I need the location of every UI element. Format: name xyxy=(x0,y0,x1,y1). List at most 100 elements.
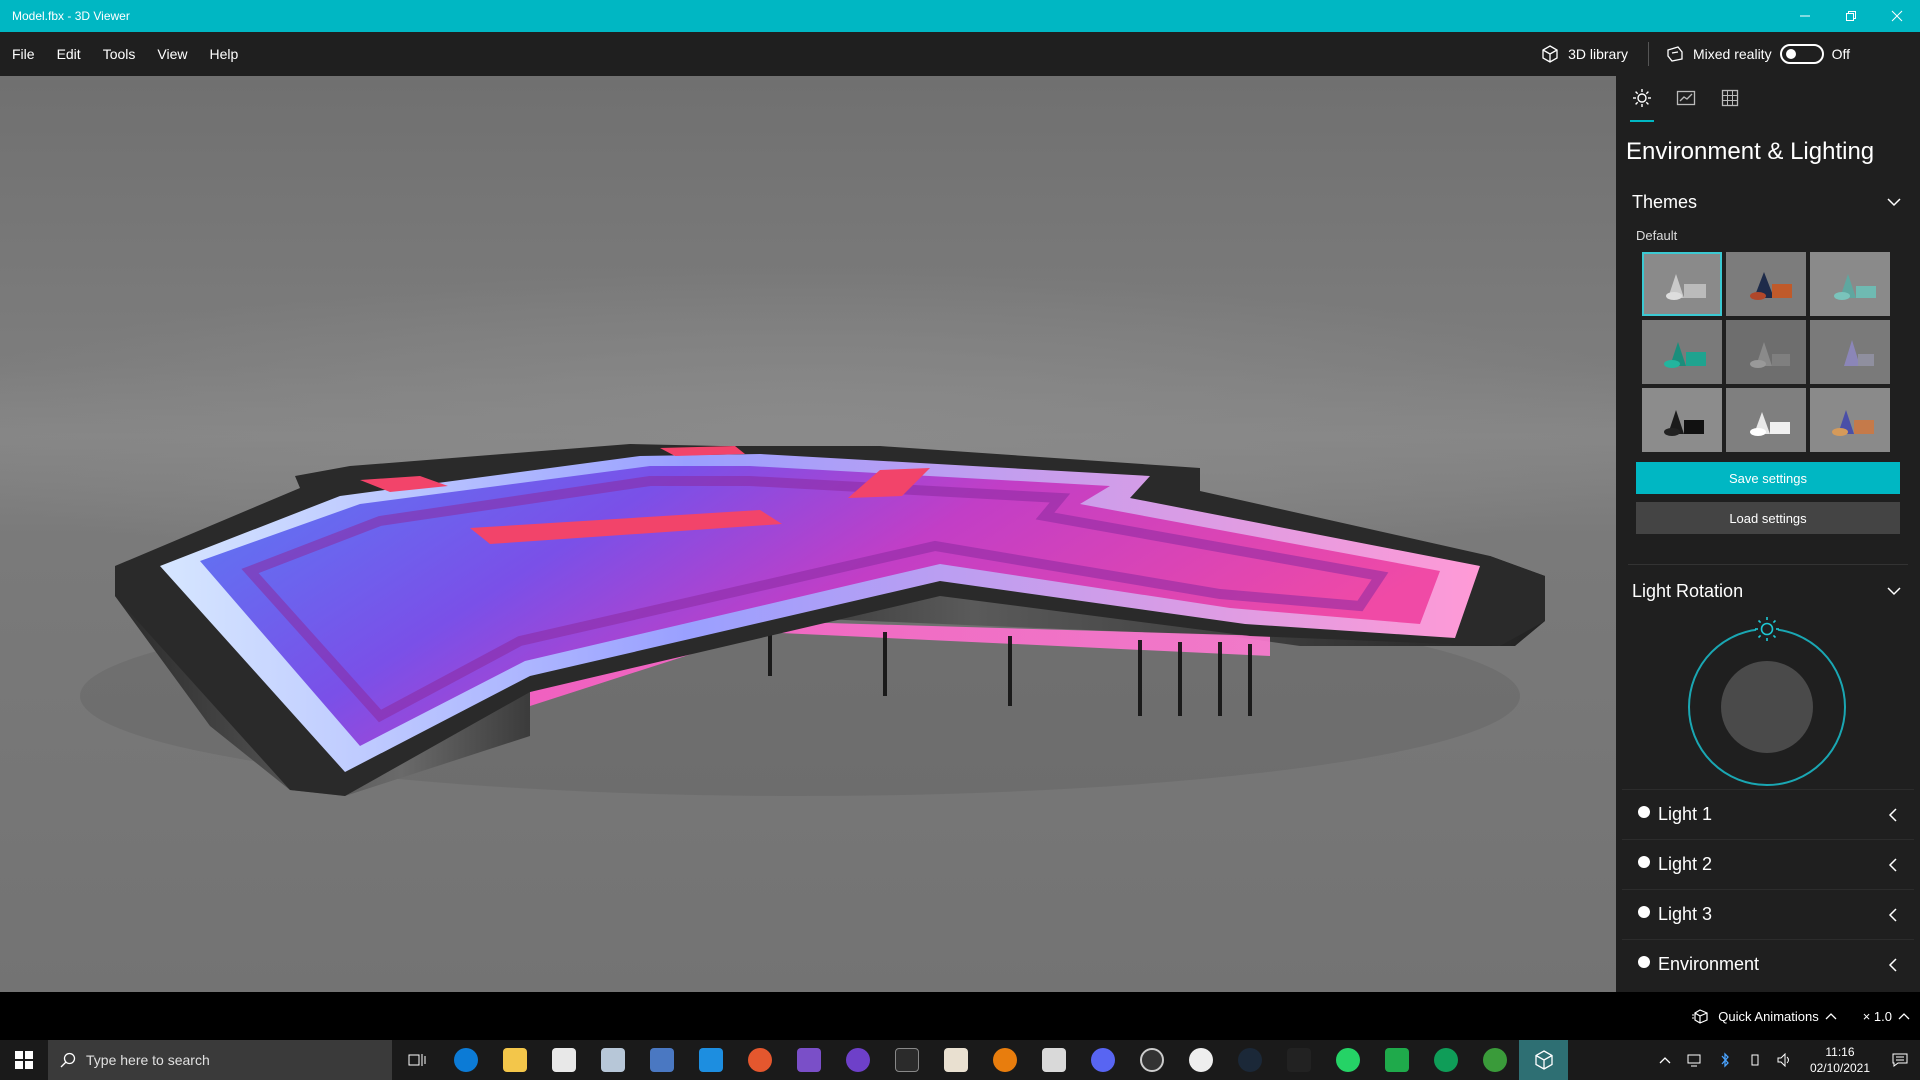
system-clock[interactable]: 11:16 02/10/2021 xyxy=(1800,1044,1880,1076)
quick-animations-button[interactable]: Quick Animations xyxy=(1692,1007,1837,1025)
taskbar-app-visual-studio[interactable] xyxy=(784,1040,833,1080)
mixed-reality-icon xyxy=(1667,46,1683,62)
store-icon xyxy=(551,1048,576,1072)
taskbar-app-whatsapp[interactable] xyxy=(1323,1040,1372,1080)
light-3-row[interactable]: Light 3 xyxy=(1622,889,1914,939)
environment-panel: Environment & Lighting Themes Default Sa… xyxy=(1616,76,1920,992)
mixed-reality-state: Off xyxy=(1831,46,1850,62)
search-placeholder: Type here to search xyxy=(86,1052,210,1068)
taskbar-app-blender[interactable] xyxy=(980,1040,1029,1080)
file-tool-icon xyxy=(1041,1048,1066,1072)
taskbar-app-hub[interactable] xyxy=(1176,1040,1225,1080)
steam-icon xyxy=(1237,1048,1262,1072)
taskbar-app-store[interactable] xyxy=(539,1040,588,1080)
taskbar-app-mail[interactable] xyxy=(588,1040,637,1080)
theme-thumbnail-1[interactable] xyxy=(1642,252,1722,316)
light-1-row[interactable]: Light 1 xyxy=(1622,789,1914,839)
taskbar-app-unity[interactable] xyxy=(1274,1040,1323,1080)
theme-thumbnail-5[interactable] xyxy=(1726,320,1806,384)
light-2-label: Light 2 xyxy=(1658,854,1713,874)
blender-icon xyxy=(992,1048,1017,1072)
show-hidden-icons-button[interactable] xyxy=(1650,1040,1680,1080)
tab-lighting[interactable] xyxy=(1630,88,1654,122)
taskbar-app-github[interactable] xyxy=(833,1040,882,1080)
light-rotation-dial[interactable] xyxy=(1616,609,1920,789)
obs-icon xyxy=(1139,1048,1164,1072)
mixed-reality-toggle[interactable] xyxy=(1779,44,1824,64)
theme-thumbnail-8[interactable] xyxy=(1726,388,1806,452)
restore-icon xyxy=(1846,11,1856,21)
taskbar-app-terminal[interactable] xyxy=(882,1040,931,1080)
chevron-up-icon xyxy=(1898,1013,1910,1020)
menu-file[interactable]: File xyxy=(0,46,46,62)
theme-thumbnail-3[interactable] xyxy=(1810,252,1890,316)
task-view-button[interactable] xyxy=(392,1040,441,1080)
github-icon xyxy=(845,1048,870,1072)
close-button[interactable] xyxy=(1874,0,1920,32)
theme-thumbnail-4[interactable] xyxy=(1642,320,1722,384)
usb-icon[interactable] xyxy=(1740,1040,1770,1080)
mail-icon xyxy=(600,1048,625,1072)
taskbar-app-discord[interactable] xyxy=(1078,1040,1127,1080)
animation-bar: Quick Animations × 1.0 xyxy=(0,992,1920,1040)
theme-thumbnail-7[interactable] xyxy=(1642,388,1722,452)
light-handle-sun-icon[interactable] xyxy=(1755,617,1779,641)
menu-help[interactable]: Help xyxy=(198,46,249,62)
taskbar-app-3d-viewer[interactable] xyxy=(1519,1040,1568,1080)
theme-thumbnail-2[interactable] xyxy=(1726,252,1806,316)
taskbar-search-box[interactable]: Type here to search xyxy=(48,1040,392,1080)
mixed-reality-label: Mixed reality xyxy=(1692,46,1772,62)
light-2-row[interactable]: Light 2 xyxy=(1622,839,1914,889)
taskbar-app-edge[interactable] xyxy=(441,1040,490,1080)
notification-center-button[interactable] xyxy=(1880,1040,1920,1080)
vscode-icon xyxy=(698,1048,723,1072)
restore-button[interactable] xyxy=(1828,0,1874,32)
xd-icon xyxy=(943,1048,968,1072)
3d-library-button[interactable]: 3D library xyxy=(1526,40,1642,68)
window-title: Model.fbx - 3D Viewer xyxy=(12,9,130,23)
menu-tools[interactable]: Tools xyxy=(92,46,147,62)
taskbar-app-file-tool[interactable] xyxy=(1029,1040,1078,1080)
themes-label: Themes xyxy=(1632,191,1698,212)
title-bar: Model.fbx - 3D Viewer xyxy=(0,0,1920,32)
hub-icon xyxy=(1188,1048,1213,1072)
taskbar-app-xd[interactable] xyxy=(931,1040,980,1080)
chevron-left-icon xyxy=(1888,957,1897,972)
environment-row[interactable]: Environment xyxy=(1622,939,1914,989)
minimize-button[interactable] xyxy=(1782,0,1828,32)
taskbar-app-xbox[interactable] xyxy=(1470,1040,1519,1080)
menu-edit[interactable]: Edit xyxy=(46,46,92,62)
taskbar-app-file-explorer[interactable] xyxy=(490,1040,539,1080)
chevron-down-icon xyxy=(1887,198,1901,207)
tab-stats[interactable] xyxy=(1674,88,1698,122)
tab-grid[interactable] xyxy=(1718,88,1742,122)
light-rotation-header[interactable]: Light Rotation xyxy=(1616,573,1920,609)
taskbar-app-git-tool[interactable] xyxy=(735,1040,784,1080)
terminal-icon xyxy=(894,1048,919,1072)
theme-thumbnail-6[interactable] xyxy=(1810,320,1890,384)
start-button[interactable] xyxy=(0,1040,48,1080)
taskbar-app-vscode[interactable] xyxy=(686,1040,735,1080)
theme-thumbnail-9[interactable] xyxy=(1810,388,1890,452)
themes-section-header[interactable]: Themes xyxy=(1616,184,1920,220)
taskbar-app-network-tool[interactable] xyxy=(637,1040,686,1080)
3d-library-label: 3D library xyxy=(1568,46,1628,62)
taskbar-app-messages[interactable] xyxy=(1372,1040,1421,1080)
playback-speed-button[interactable]: × 1.0 xyxy=(1863,1009,1910,1024)
network-tool-icon xyxy=(649,1048,674,1072)
volume-icon[interactable] xyxy=(1770,1040,1800,1080)
taskbar-app-obs[interactable] xyxy=(1127,1040,1176,1080)
bluetooth-icon[interactable] xyxy=(1710,1040,1740,1080)
light-3-color-dot xyxy=(1638,905,1650,918)
chevron-up-icon xyxy=(1825,1013,1837,1020)
network-icon[interactable] xyxy=(1680,1040,1710,1080)
load-settings-button[interactable]: Load settings xyxy=(1636,502,1900,534)
visual-studio-icon xyxy=(796,1048,821,1072)
taskbar-app-hangouts[interactable] xyxy=(1421,1040,1470,1080)
whatsapp-icon xyxy=(1335,1048,1360,1072)
save-settings-button[interactable]: Save settings xyxy=(1636,462,1900,494)
notification-icon xyxy=(1892,1053,1908,1067)
menu-view[interactable]: View xyxy=(146,46,198,62)
taskbar-app-steam[interactable] xyxy=(1225,1040,1274,1080)
3d-viewport[interactable] xyxy=(0,76,1616,992)
